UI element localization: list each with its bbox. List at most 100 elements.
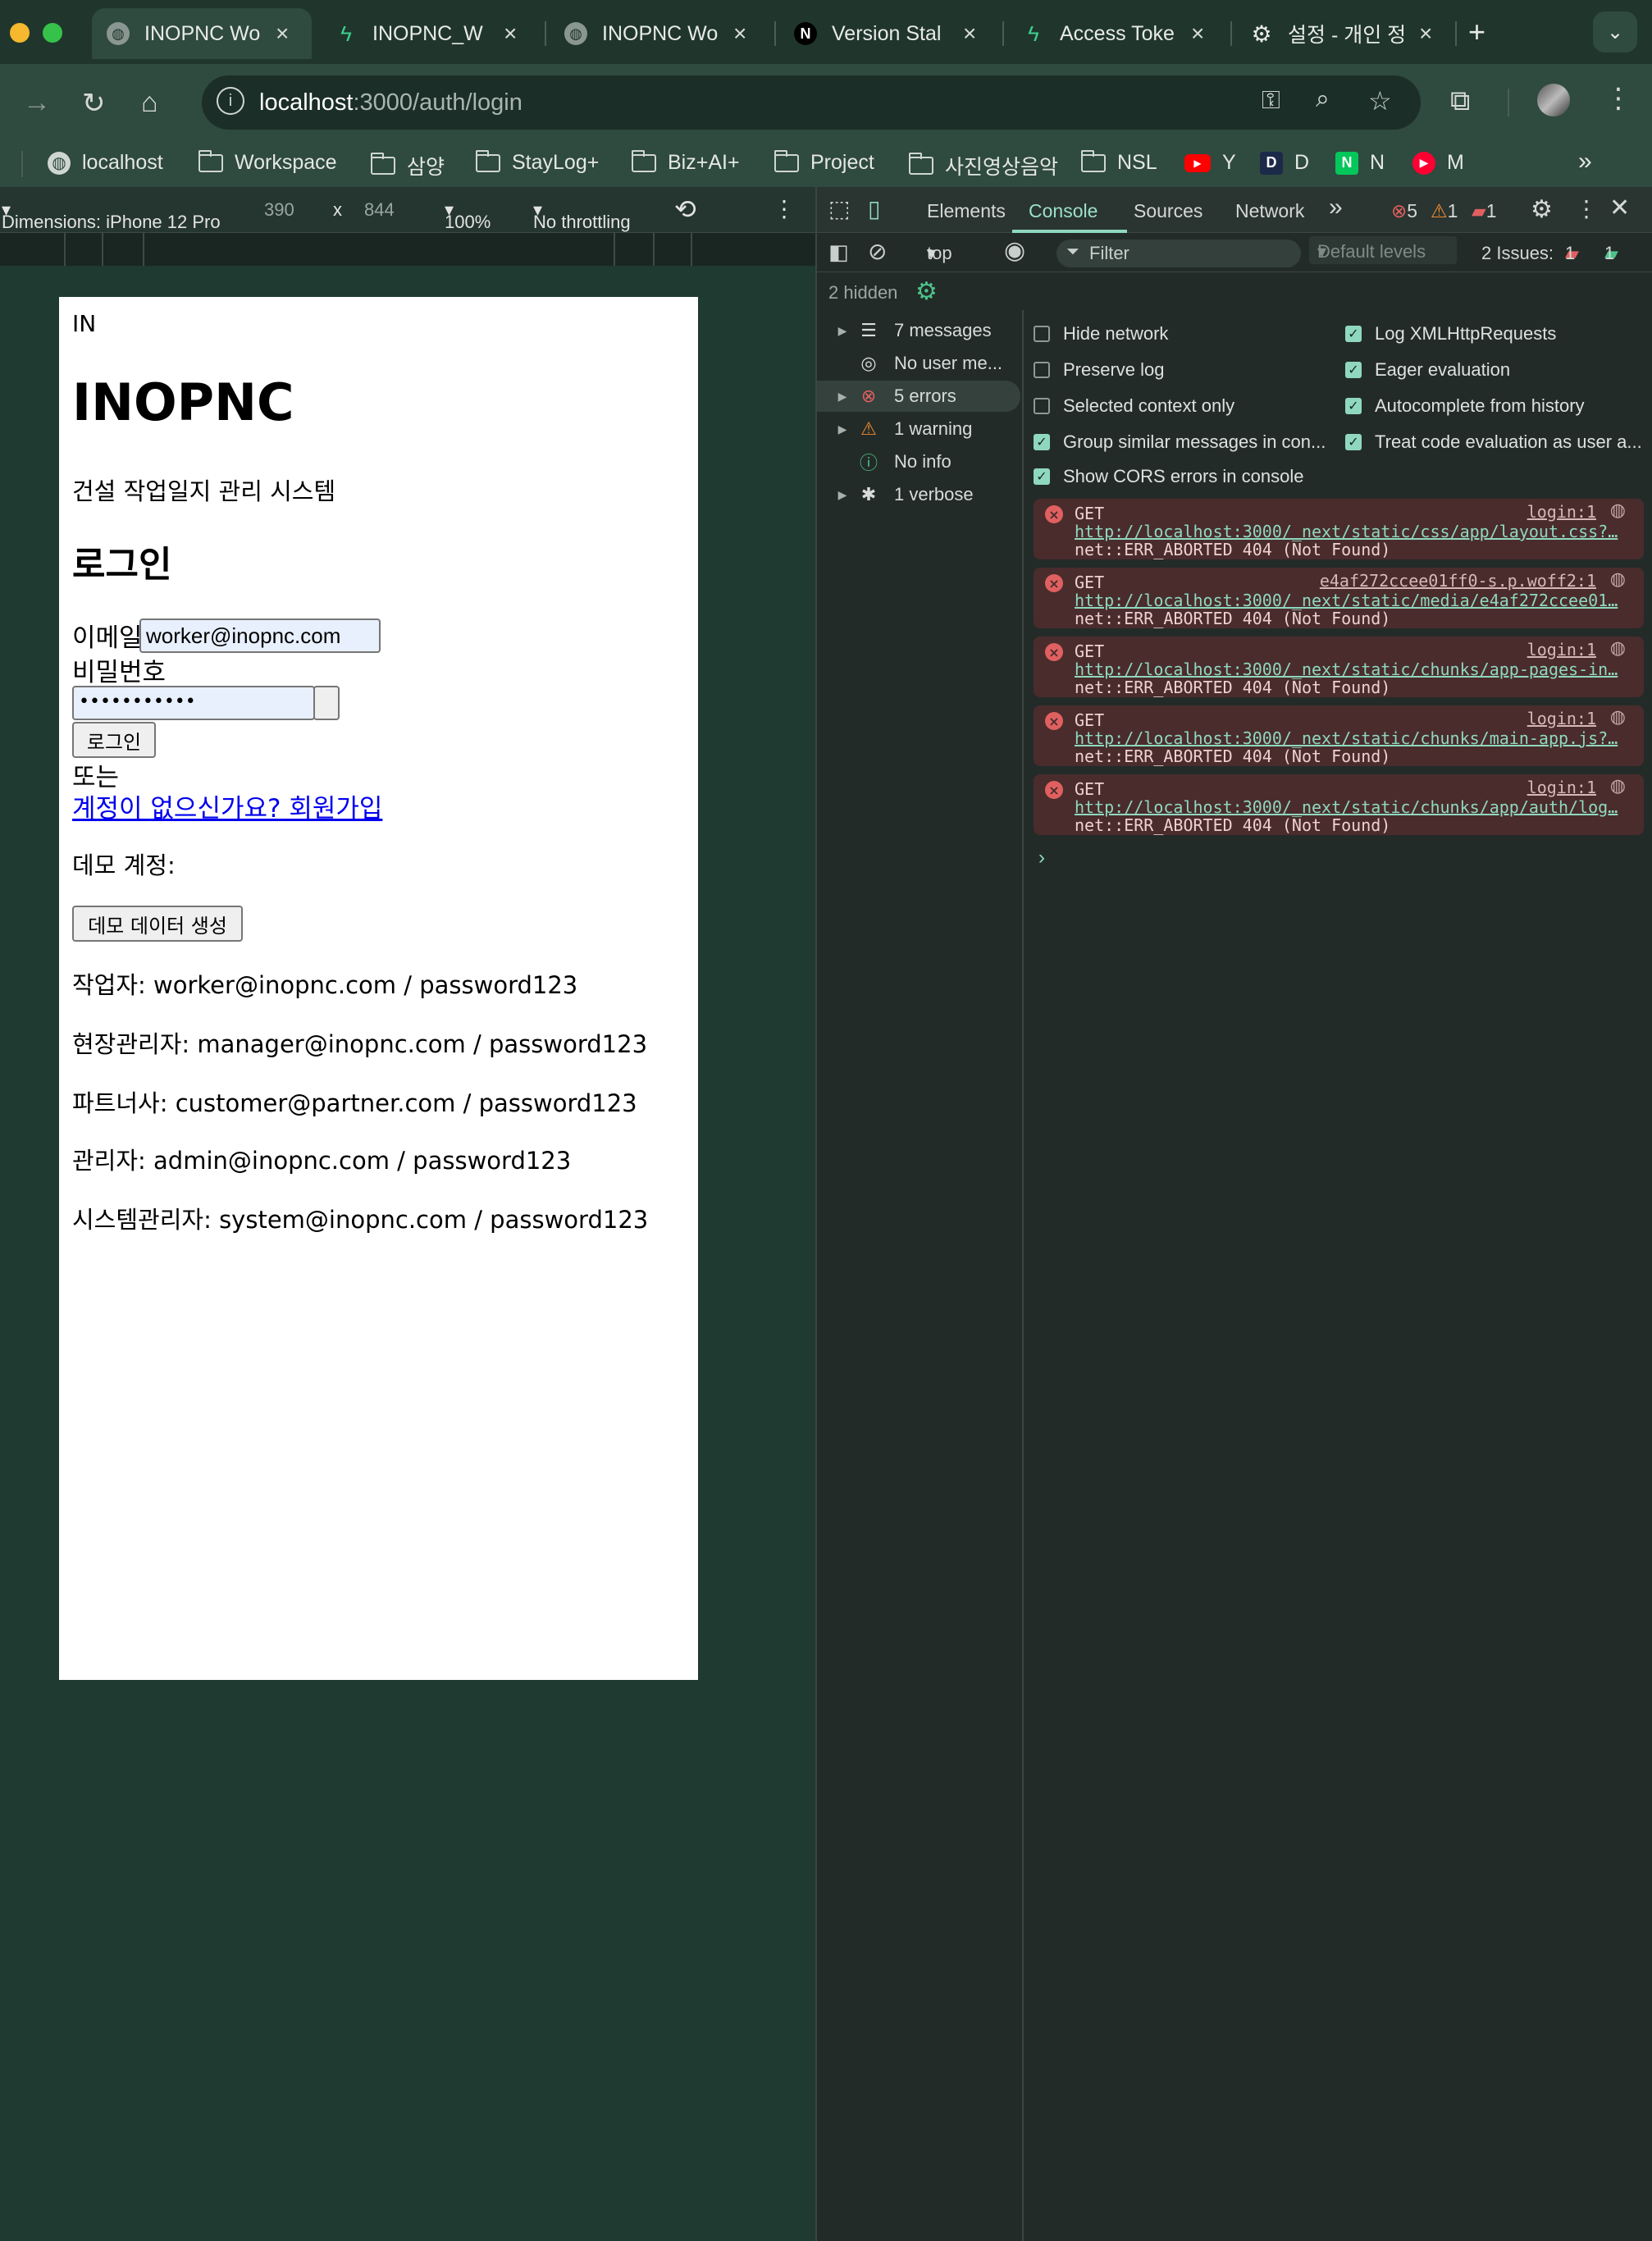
checkbox-checked[interactable]: ✓ (1034, 434, 1050, 450)
window-minimize-button[interactable] (10, 23, 30, 43)
close-tab-icon[interactable]: × (1419, 21, 1432, 47)
source-link[interactable]: login:1 (1527, 640, 1596, 660)
password-key-icon[interactable]: ⚿ (1262, 87, 1280, 115)
bookmark-folder[interactable]: Workspace (199, 149, 337, 175)
error-url-link[interactable]: http://localhost:3000/_next/static/chunk… (1075, 728, 1632, 748)
bookmark-star-icon[interactable]: ☆ (1368, 85, 1392, 116)
network-globe-icon[interactable]: ◍ (1610, 500, 1626, 521)
bookmark-naver[interactable]: N N (1335, 151, 1385, 175)
live-expression-icon[interactable]: ◉ (1004, 236, 1025, 265)
bookmark-music[interactable]: ▶ M (1412, 151, 1464, 175)
console-error-message[interactable]: × GET login:1 ◍ http://localhost:3000/_n… (1034, 705, 1644, 766)
checkbox-checked[interactable]: ✓ (1345, 362, 1362, 378)
network-globe-icon[interactable]: ◍ (1610, 776, 1626, 796)
network-globe-icon[interactable]: ◍ (1610, 707, 1626, 728)
device-toggle-icon[interactable]: ▯ (868, 195, 880, 222)
device-options-icon[interactable]: ⋮ (773, 195, 796, 222)
close-tab-icon[interactable]: × (504, 21, 517, 47)
tab-console[interactable]: Console (1029, 200, 1098, 222)
rotate-icon[interactable]: ⟲ (674, 194, 696, 225)
console-error-message[interactable]: × GET e4af272ccee01ff0-s.p.woff2:1 ◍ htt… (1034, 568, 1644, 628)
sidebar-item-user-messages[interactable]: ◎ No user me... (817, 348, 1020, 379)
checkbox-checked[interactable]: ✓ (1345, 434, 1362, 450)
address-bar[interactable]: i localhost:3000/auth/login ⚿ ⌕ ☆ (202, 75, 1421, 130)
network-globe-icon[interactable]: ◍ (1610, 638, 1626, 659)
window-zoom-button[interactable] (43, 23, 62, 43)
setting-eager-eval[interactable]: ✓ Eager evaluation (1345, 359, 1510, 381)
sidebar-item-verbose[interactable]: ▶ ✱ 1 verbose (817, 479, 1020, 510)
error-url-link[interactable]: http://localhost:3000/_next/static/media… (1075, 591, 1632, 610)
tab-sources[interactable]: Sources (1134, 200, 1202, 222)
demo-data-button[interactable]: 데모 데이터 생성 (72, 906, 243, 942)
error-count-badge[interactable]: ⊗5 (1391, 200, 1417, 222)
console-error-message[interactable]: × GET login:1 ◍ http://localhost:3000/_n… (1034, 637, 1644, 697)
site-info-icon[interactable]: i (217, 87, 244, 115)
setting-log-xhr[interactable]: ✓ Log XMLHttpRequests (1345, 323, 1556, 345)
log-levels-select[interactable]: Default levels ▾ (1309, 236, 1457, 264)
error-url-link[interactable]: http://localhost:3000/_next/static/chunk… (1075, 797, 1632, 817)
tab-search-button[interactable]: ⌄ (1593, 11, 1637, 52)
checkbox[interactable] (1034, 398, 1050, 414)
bookmark-folder[interactable]: Project (774, 149, 874, 175)
devtools-settings-icon[interactable]: ⚙ (1531, 195, 1553, 224)
login-button[interactable]: 로그인 (72, 722, 156, 758)
url-text[interactable]: localhost:3000/auth/login (259, 89, 523, 116)
source-link[interactable]: login:1 (1527, 778, 1596, 797)
setting-autocomplete[interactable]: ✓ Autocomplete from history (1345, 395, 1585, 417)
clear-console-icon[interactable]: ⊘ (868, 238, 887, 265)
more-bookmarks-icon[interactable]: » (1578, 148, 1592, 176)
console-error-message[interactable]: × GET login:1 ◍ http://localhost:3000/_n… (1034, 499, 1644, 559)
browser-tab[interactable]: ϟ Access Toke × (1007, 8, 1227, 59)
setting-treat-eval[interactable]: ✓ Treat code evaluation as user a... (1345, 431, 1642, 453)
console-prompt-icon[interactable]: › (1038, 847, 1045, 869)
throttling-select[interactable]: No throttling ▾ (533, 199, 631, 232)
new-tab-button[interactable]: + (1468, 15, 1485, 49)
bookmark-folder[interactable]: 사진영상음악 (909, 151, 1058, 180)
close-tab-icon[interactable]: × (963, 21, 976, 47)
sidebar-toggle-icon[interactable]: ◧ (828, 240, 849, 265)
browser-tab[interactable]: ◍ INOPNC Wo × (550, 8, 769, 59)
setting-preserve-log[interactable]: Preserve log (1034, 359, 1165, 381)
device-select[interactable]: Dimensions: iPhone 12 Pro ▾ (2, 199, 221, 232)
checkbox[interactable] (1034, 362, 1050, 378)
bookmark-folder[interactable]: NSL (1081, 149, 1157, 175)
close-tab-icon[interactable]: × (276, 21, 289, 47)
sidebar-item-messages[interactable]: ▶ ☰ 7 messages (817, 315, 1020, 346)
source-link[interactable]: login:1 (1527, 502, 1596, 522)
sidebar-item-info[interactable]: ⓘ No info (817, 446, 1020, 477)
bookmark-folder[interactable]: 삼양 (371, 151, 445, 180)
extensions-icon[interactable]: ⧉ (1450, 85, 1470, 117)
password-field[interactable]: ••••••••••• (72, 686, 315, 720)
inspect-element-icon[interactable]: ⬚ (828, 195, 850, 222)
filter-input[interactable]: ⏷ Filter (1056, 240, 1301, 267)
bookmark-folder[interactable]: Biz+AI+ (632, 149, 740, 175)
sidebar-item-warnings[interactable]: ▶ ⚠ 1 warning (817, 413, 1020, 445)
checkbox[interactable] (1034, 326, 1050, 342)
reload-icon[interactable]: ↻ (82, 87, 106, 120)
checkbox-checked[interactable]: ✓ (1345, 398, 1362, 414)
error-url-link[interactable]: http://localhost:3000/_next/static/css/a… (1075, 522, 1632, 541)
device-height-input[interactable]: 844 (364, 199, 395, 221)
tab-network[interactable]: Network (1235, 200, 1304, 222)
close-tab-icon[interactable]: × (1191, 21, 1204, 47)
browser-tab[interactable]: ϟ INOPNC_W × (320, 8, 540, 59)
browser-tab[interactable]: ⚙ 설정 - 개인 정 × (1235, 8, 1455, 59)
setting-hide-network[interactable]: Hide network (1034, 323, 1168, 345)
email-field[interactable] (139, 618, 381, 653)
setting-cors-errors[interactable]: ✓ Show CORS errors in console (1034, 466, 1303, 487)
source-link[interactable]: e4af272ccee01ff0-s.p.woff2:1 (1320, 571, 1596, 591)
checkbox-checked[interactable]: ✓ (1345, 326, 1362, 342)
signup-link[interactable]: 계정이 없으신가요? 회원가입 (72, 787, 382, 824)
source-link[interactable]: login:1 (1527, 709, 1596, 728)
setting-selected-context[interactable]: Selected context only (1034, 395, 1234, 417)
bookmark-folder[interactable]: StayLog+ (476, 149, 599, 175)
menu-kebab-icon[interactable]: ⋮ (1604, 82, 1632, 115)
device-width-input[interactable]: 390 (264, 199, 294, 221)
warning-count-badge[interactable]: ⚠1 (1431, 200, 1458, 222)
bookmark-d[interactable]: D D (1260, 151, 1309, 175)
home-icon[interactable]: ⌂ (141, 87, 158, 119)
sidebar-item-errors[interactable]: ▶ ⊗ 5 errors (817, 381, 1020, 412)
browser-tab[interactable]: ◍ INOPNC Wo × (92, 8, 312, 59)
console-settings-icon[interactable]: ⚙ (915, 277, 938, 306)
password-toggle-button[interactable] (313, 686, 340, 720)
